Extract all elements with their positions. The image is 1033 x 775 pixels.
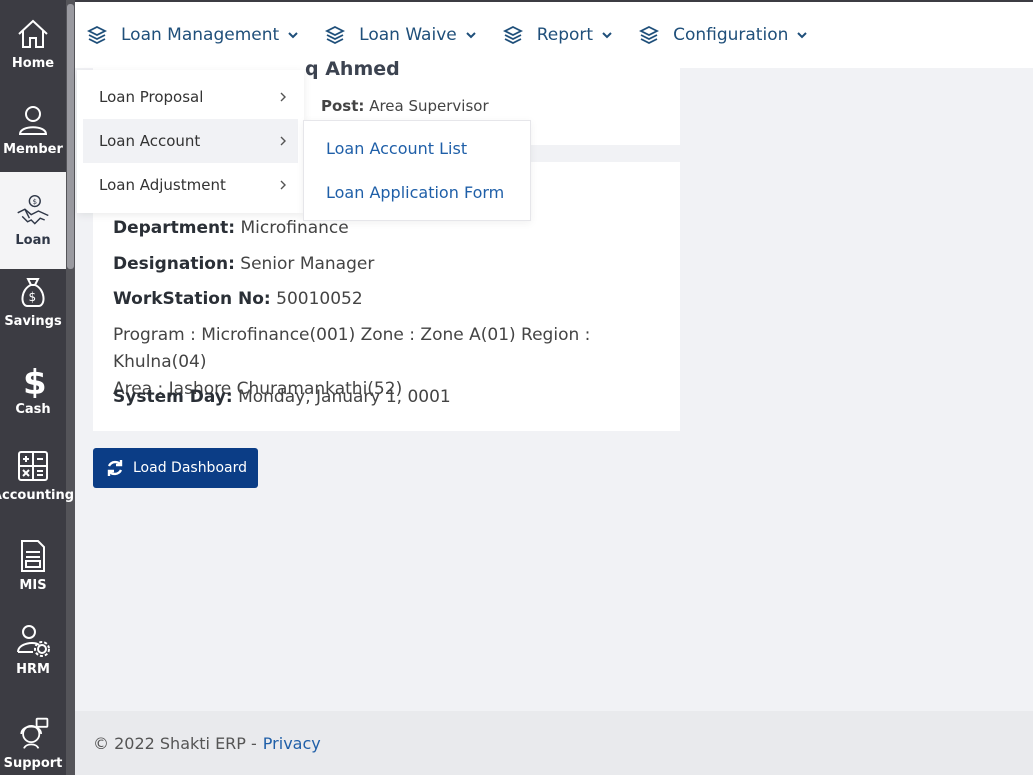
department-label: Department: (113, 218, 236, 238)
loan-management-dropdown: Loan Proposal Loan Account Loan Adjustme… (77, 70, 304, 213)
dollar-icon: $ (23, 363, 47, 398)
menu-item-label: Loan Adjustment (99, 176, 226, 194)
systemday-line: System Day: Monday, January 1, 0001 (113, 387, 451, 407)
menu-item-loan-adjustment[interactable]: Loan Adjustment (83, 163, 298, 207)
chevron-down-icon (288, 32, 298, 39)
calculator-icon (18, 450, 48, 481)
workstation-value: 50010052 (276, 289, 363, 309)
handshake-coin-icon: $ (17, 194, 49, 225)
sidebar-item-label: HRM (16, 661, 50, 677)
workstation-line: WorkStation No: 50010052 (113, 289, 363, 309)
layers-icon (502, 25, 523, 45)
chevron-down-icon (466, 32, 476, 39)
sidebar-item-cash[interactable]: $ Cash (0, 346, 66, 432)
nav-label: Loan Waive (359, 25, 457, 45)
menu-item-loan-account[interactable]: Loan Account (83, 119, 298, 163)
svg-text:$: $ (29, 290, 37, 304)
sidebar-item-accounting[interactable]: Accounting (0, 432, 74, 518)
profile-name: q Ahmed (305, 58, 400, 80)
sidebar-item-label: Member (3, 141, 63, 157)
sidebar-item-support[interactable]: Support (0, 706, 66, 775)
nav-configuration[interactable]: Configuration (639, 25, 808, 45)
nav-label: Loan Management (121, 25, 280, 45)
sidebar-item-savings[interactable]: $ Savings (0, 258, 66, 344)
department-line: Department: Microfinance (113, 218, 349, 238)
layers-icon (639, 25, 660, 45)
sidebar-item-label: Loan (15, 233, 51, 248)
nav-loan-waive[interactable]: Loan Waive (325, 25, 477, 45)
load-dashboard-label: Load Dashboard (133, 460, 247, 476)
chevron-down-icon (602, 32, 612, 39)
refresh-icon (107, 460, 123, 476)
nav-label: Report (536, 25, 594, 45)
nav-loan-management[interactable]: Loan Management (87, 25, 299, 45)
sidebar-item-mis[interactable]: MIS (0, 522, 66, 608)
chevron-right-icon (280, 92, 286, 102)
home-icon (18, 19, 48, 48)
workstation-label: WorkStation No: (113, 289, 271, 309)
menu-item-label: Loan Proposal (99, 88, 204, 106)
layers-icon (325, 25, 346, 45)
systemday-value: Monday, January 1, 0001 (238, 387, 451, 407)
profile-post: Post: Area Supervisor (321, 97, 489, 115)
privacy-link[interactable]: Privacy (263, 734, 321, 753)
sidebar-item-label: MIS (19, 577, 47, 593)
submenu-item-loan-application-form[interactable]: Loan Application Form (326, 183, 504, 202)
nav-report[interactable]: Report (502, 25, 613, 45)
svg-text:$: $ (23, 363, 47, 398)
sidebar-scrollbar-thumb[interactable] (67, 4, 74, 269)
program-line: Program : Microfinance(001) Zone : Zone … (113, 325, 591, 372)
post-value: Area Supervisor (369, 97, 489, 115)
chevron-right-icon (280, 136, 286, 146)
loan-account-submenu: Loan Account List Loan Application Form (303, 120, 531, 221)
sidebar-item-loan[interactable]: $ Loan (0, 172, 66, 269)
footer: © 2022 Shakti ERP - Privacy (75, 711, 1033, 775)
sidebar-item-hrm[interactable]: HRM (0, 606, 66, 692)
sidebar-item-label: Accounting (0, 487, 75, 503)
sidebar-item-label: Support (3, 756, 63, 771)
post-label: Post: (321, 97, 365, 115)
sidebar-item-label: Cash (15, 401, 51, 417)
sidebar-item-home[interactable]: Home (0, 0, 66, 86)
sidebar-item-member[interactable]: Member (0, 86, 66, 172)
systemday-label: System Day: (113, 387, 233, 407)
load-dashboard-button[interactable]: Load Dashboard (93, 448, 258, 488)
report-icon (21, 539, 45, 572)
user-gear-icon (17, 624, 50, 657)
money-bag-icon: $ (21, 277, 45, 307)
top-navigation: Loan Management Loan Waive Report Config… (75, 0, 1033, 68)
copyright-text: © 2022 Shakti ERP - (93, 733, 257, 753)
sidebar-item-label: Savings (4, 313, 62, 329)
designation-line: Designation: Senior Manager (113, 254, 374, 274)
chevron-down-icon (797, 32, 808, 39)
department-value: Microfinance (240, 218, 349, 238)
designation-label: Designation: (113, 254, 235, 274)
layers-icon (87, 25, 107, 45)
designation-value: Senior Manager (240, 254, 375, 274)
menu-item-loan-proposal[interactable]: Loan Proposal (83, 75, 298, 119)
user-icon (18, 105, 48, 135)
menu-item-label: Loan Account (99, 132, 201, 150)
submenu-item-loan-account-list[interactable]: Loan Account List (326, 139, 467, 158)
support-icon (20, 717, 49, 749)
chevron-right-icon (280, 180, 286, 190)
nav-label: Configuration (673, 25, 789, 45)
sidebar-item-label: Home (11, 55, 55, 71)
svg-text:$: $ (33, 197, 38, 206)
